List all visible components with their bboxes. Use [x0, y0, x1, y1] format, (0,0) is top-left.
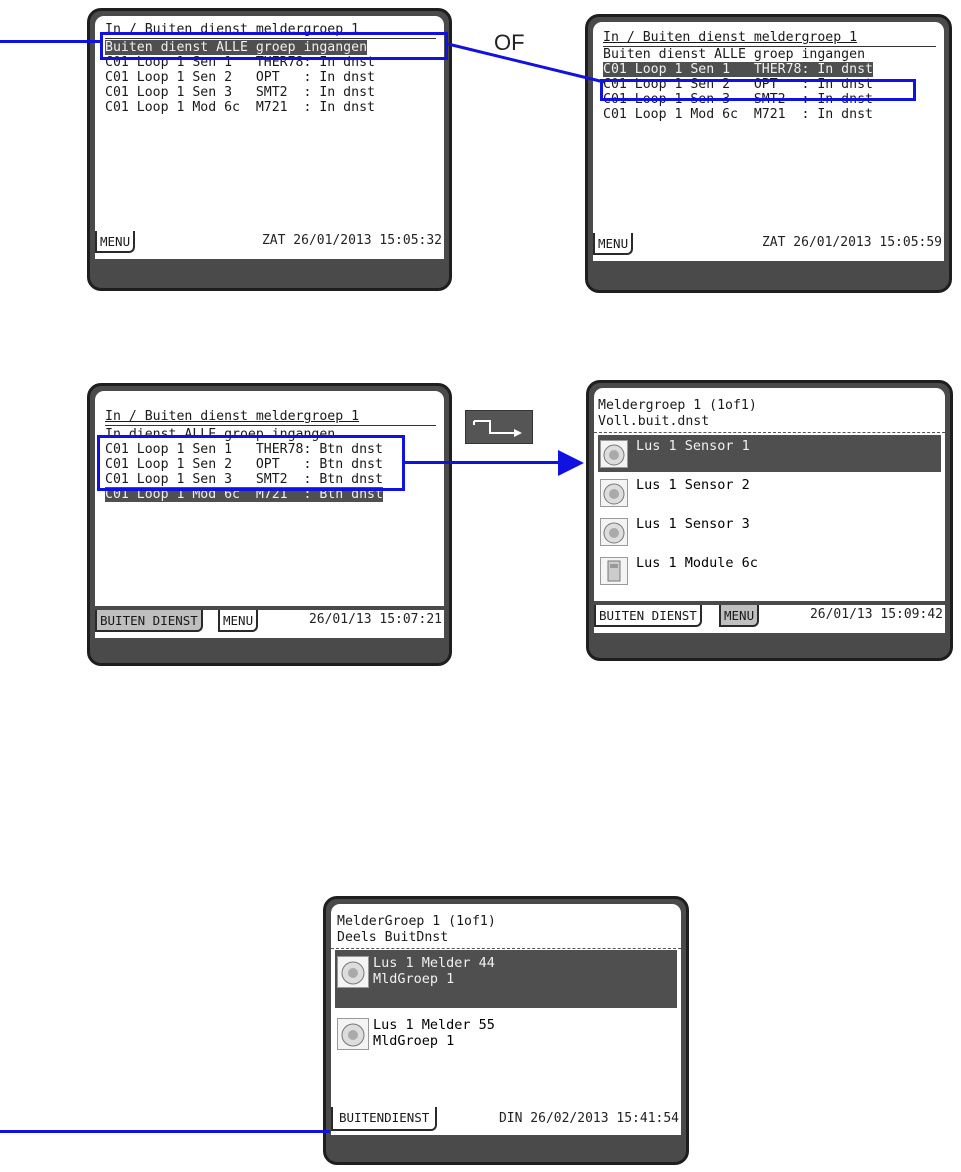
panel-3: In / Buiten dienst meldergroep 1 In dien… [87, 383, 452, 666]
buitendienst-tab[interactable]: BUITENDIENST [331, 1107, 438, 1131]
title-divider [331, 948, 681, 949]
buiten-dienst-tab[interactable]: BUITEN DIENST [594, 605, 702, 627]
menu-tab[interactable]: MENU [719, 605, 760, 627]
menu-tab[interactable]: MENU [218, 610, 259, 632]
screen-title: In / Buiten dienst meldergroep 1 [603, 30, 858, 45]
list-item-label: Lus 1 Sensor 3 [636, 516, 750, 532]
list-item[interactable]: Lus 1 Sensor 2 [598, 474, 941, 511]
highlight-box [97, 435, 405, 491]
detector-icon [600, 518, 628, 546]
menu-item-all-out[interactable]: Buiten dienst ALLE groep ingangen [603, 47, 865, 62]
list-item-label: Lus 1 Module 6c [636, 555, 758, 571]
arrow-line [405, 461, 563, 464]
detector-icon [337, 956, 369, 988]
panel-3-screen: In / Buiten dienst meldergroep 1 In dien… [95, 391, 444, 606]
panel-4-footer: BUITEN DIENST MENU 26/01/13 15:09:42 [594, 605, 945, 633]
detector-icon [337, 1018, 369, 1050]
panel-2-screen: In / Buiten dienst meldergroep 1 Buiten … [593, 22, 944, 233]
menu-item[interactable]: C01 Loop 1 Mod 6c M721 : In dnst [105, 100, 375, 115]
screen-title: Meldergroep 1 (1of1) [598, 398, 757, 413]
panel-5-screen: MelderGroep 1 (1of1) Deels BuitDnst Lus … [331, 904, 681, 1107]
list-item-label: Lus 1 Sensor 1 [636, 438, 750, 454]
list-item-label: Lus 1 Melder 55 [373, 1017, 495, 1033]
menu-tab[interactable]: MENU [593, 233, 634, 255]
menu-tab[interactable]: MENU [95, 231, 136, 253]
enter-key-icon [465, 410, 533, 444]
date-time: ZAT 26/01/2013 15:05:32 [261, 233, 442, 248]
menu-item[interactable]: C01 Loop 1 Sen 1 THER78: In dnst [603, 62, 873, 77]
panel-3-footer: BUITEN DIENST MENU 26/01/13 15:07:21 [95, 610, 444, 638]
screen-subtitle: Voll.buit.dnst [598, 414, 710, 429]
title-rule [105, 425, 436, 426]
title-divider [594, 432, 945, 433]
list-item-sublabel: MldGroep 1 [373, 1033, 455, 1049]
panel-5-footer: BUITENDIENST DIN 26/02/2013 15:41:54 [331, 1107, 681, 1135]
panel-4-screen: Meldergroep 1 (1of1) Voll.buit.dnst Lus … [594, 388, 945, 601]
panel-5: MelderGroep 1 (1of1) Deels BuitDnst Lus … [323, 896, 689, 1165]
detector-icon [600, 479, 628, 507]
screen-subtitle: Deels BuitDnst [337, 930, 449, 945]
panel-2-footer: MENU ZAT 26/01/2013 15:05:59 [593, 233, 944, 261]
pointer-line [0, 1130, 330, 1133]
date-time: DIN 26/02/2013 15:41:54 [498, 1111, 679, 1126]
list-item-label: Lus 1 Sensor 2 [636, 477, 750, 493]
menu-item[interactable]: C01 Loop 1 Sen 3 SMT2 : In dnst [105, 85, 375, 100]
buiten-dienst-tab[interactable]: BUITEN DIENST [95, 610, 203, 632]
detector-icon [600, 440, 628, 468]
screen-title: In / Buiten dienst meldergroep 1 [105, 409, 360, 424]
panel-2: In / Buiten dienst meldergroep 1 Buiten … [585, 14, 952, 293]
list-item[interactable]: Lus 1 Melder 55 MldGroep 1 [335, 1014, 677, 1058]
list-item[interactable]: Lus 1 Sensor 3 [598, 513, 941, 550]
list-item[interactable]: Lus 1 Module 6c [598, 552, 941, 589]
list-item-label: Lus 1 Melder 44 [373, 955, 495, 971]
date-time: 26/01/13 15:07:21 [308, 612, 442, 627]
highlight-box [100, 32, 448, 60]
pointer-line [0, 40, 100, 43]
panel-4: Meldergroep 1 (1of1) Voll.buit.dnst Lus … [586, 380, 953, 661]
highlight-box [600, 79, 916, 101]
menu-item[interactable]: C01 Loop 1 Mod 6c M721 : In dnst [603, 107, 873, 122]
arrow-head-icon [558, 450, 584, 476]
date-time: 26/01/13 15:09:42 [809, 607, 943, 622]
connector-line [447, 42, 605, 84]
date-time: ZAT 26/01/2013 15:05:59 [761, 235, 942, 250]
screen-title: MelderGroep 1 (1of1) [337, 914, 496, 929]
list-item[interactable]: Lus 1 Sensor 1 [598, 435, 941, 472]
module-icon [600, 557, 628, 585]
list-item[interactable]: Lus 1 Melder 44 MldGroep 1 [335, 950, 677, 1008]
list-item-sublabel: MldGroep 1 [373, 971, 455, 987]
panel-1-footer: MENU ZAT 26/01/2013 15:05:32 [95, 231, 444, 259]
menu-item[interactable]: C01 Loop 1 Sen 2 OPT : In dnst [105, 70, 375, 85]
